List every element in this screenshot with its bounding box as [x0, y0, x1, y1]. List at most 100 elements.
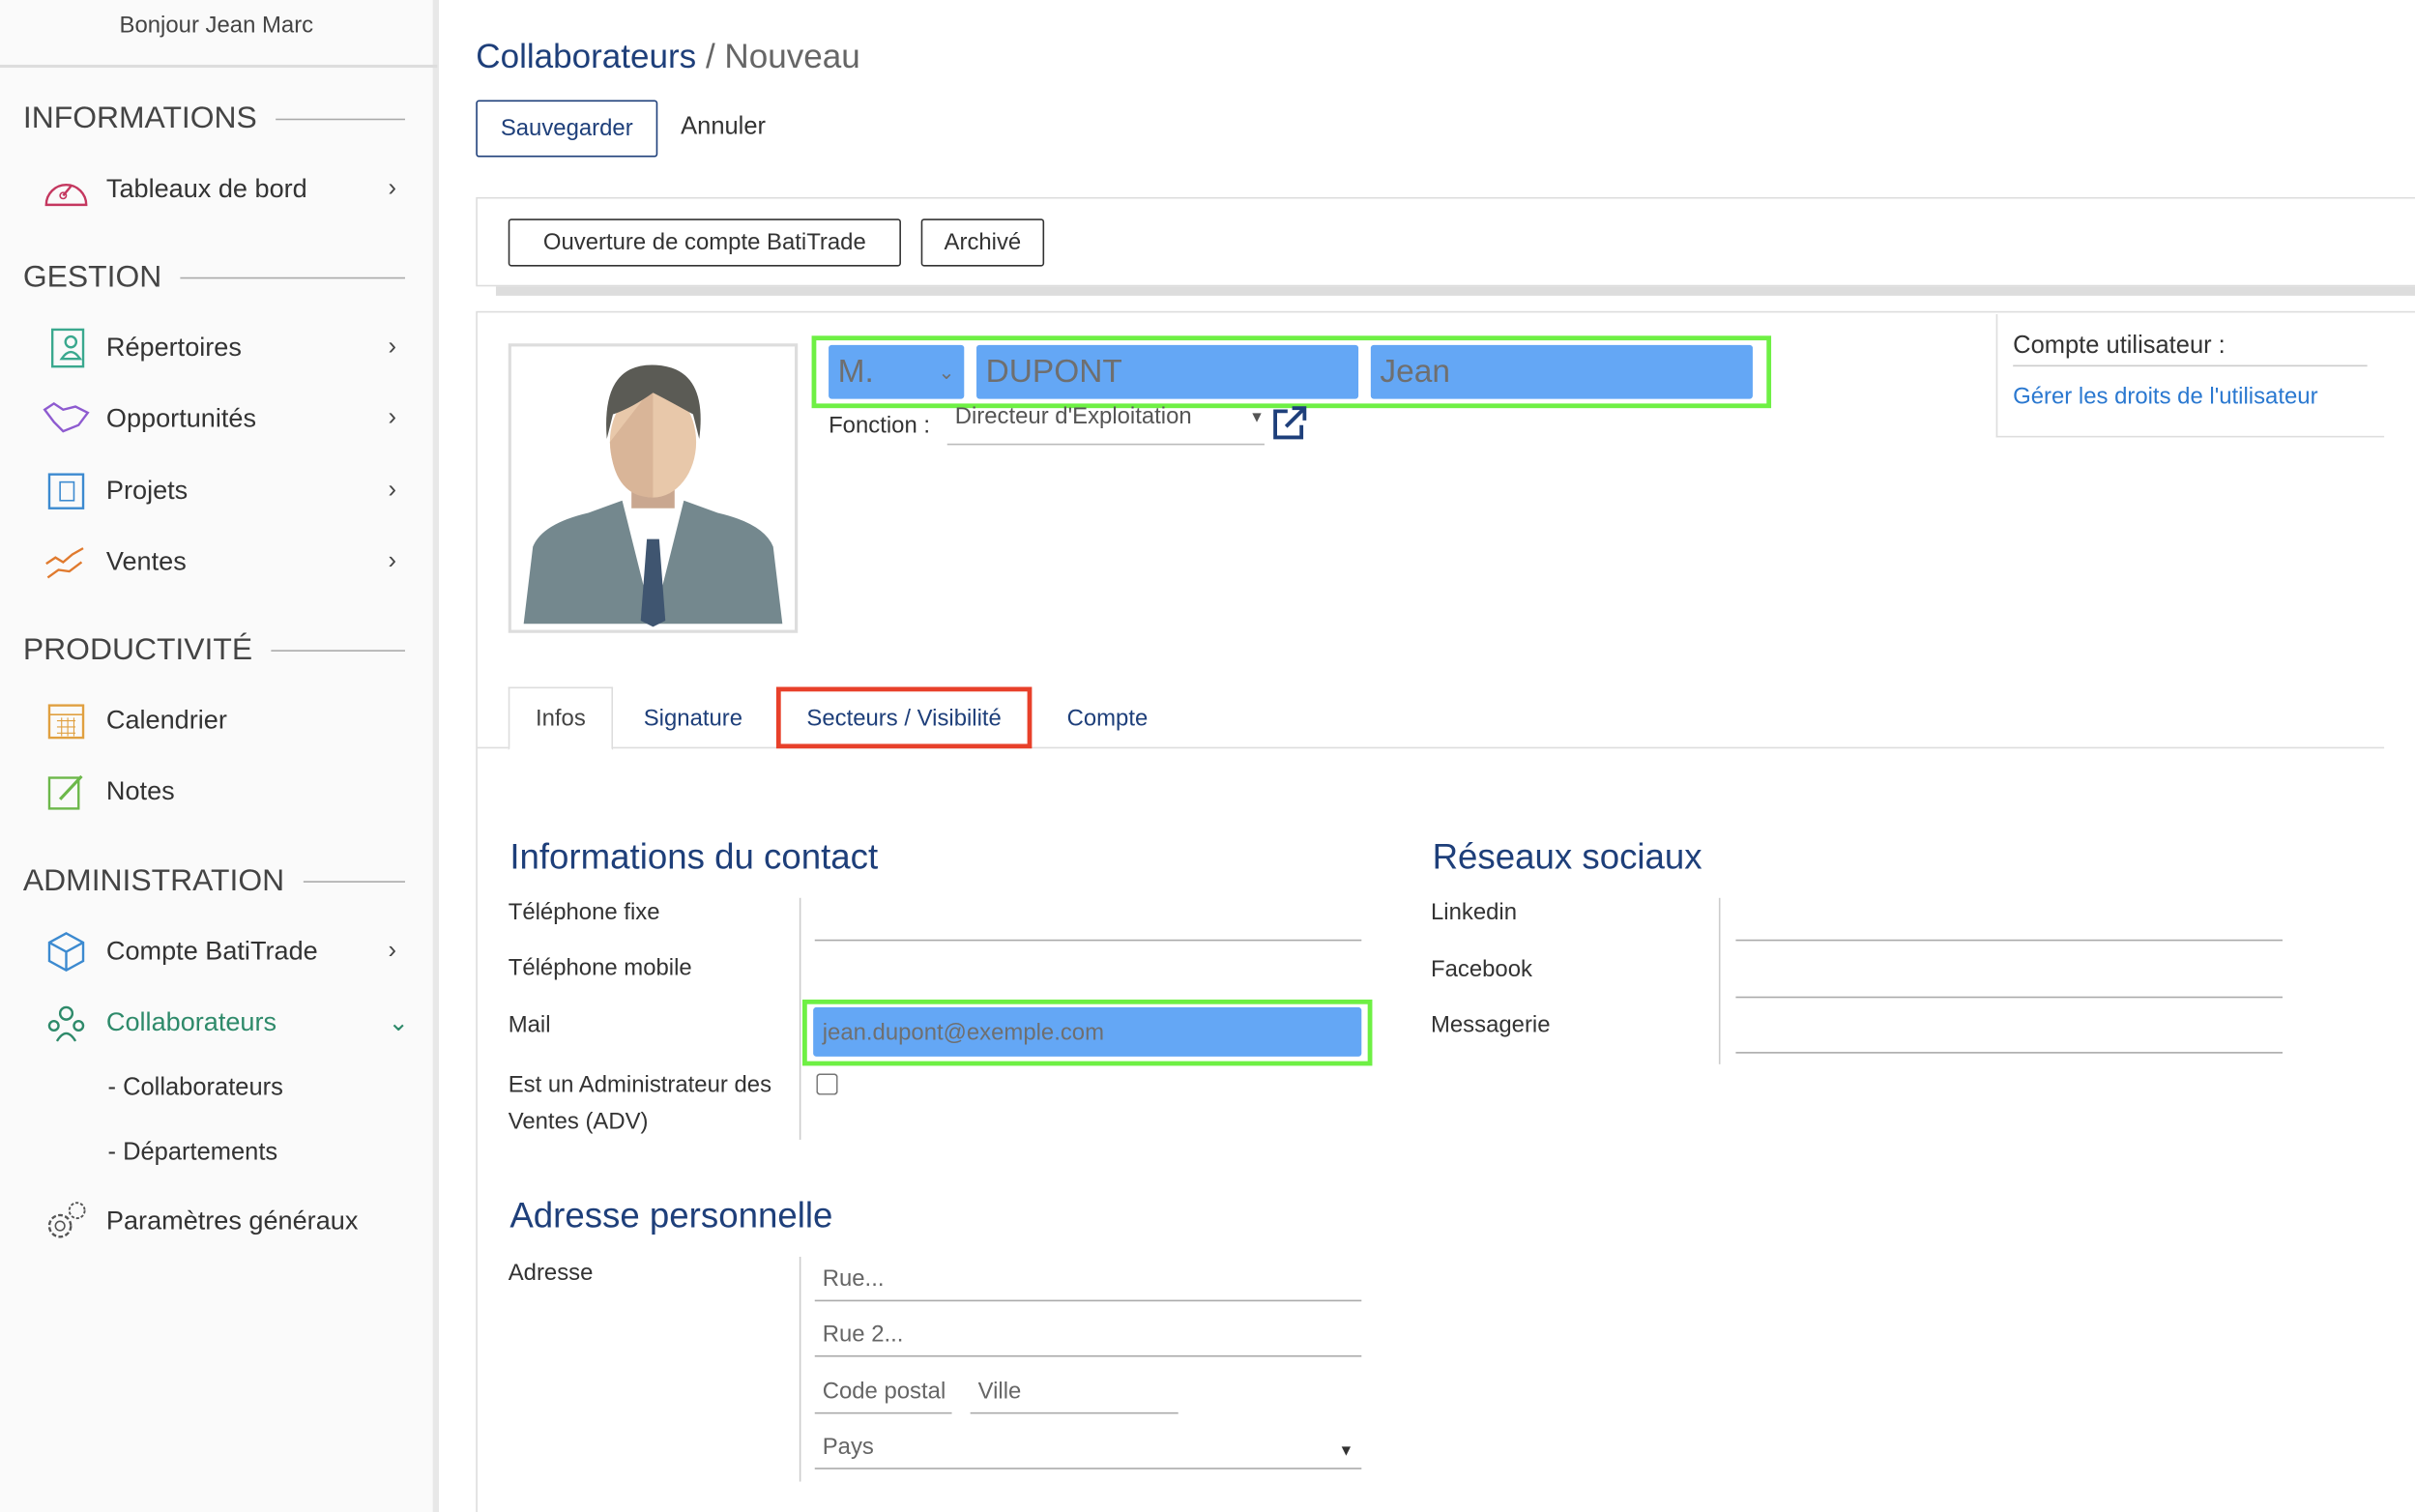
street2-input[interactable]: Rue 2... — [814, 1314, 1362, 1357]
address-section-title: Adresse personnelle — [509, 1195, 833, 1236]
sidebar-item-label: Paramètres généraux — [105, 1206, 359, 1236]
manage-rights-link[interactable]: Gérer les droits de l'utilisateur — [2013, 384, 2317, 410]
civility-value: M. — [837, 353, 874, 390]
sales-chart-icon — [40, 540, 92, 584]
external-link-icon[interactable] — [1270, 405, 1307, 450]
divider — [799, 1256, 801, 1482]
chevron-right-icon: › — [388, 175, 396, 202]
section-informations: INFORMATIONS — [23, 102, 405, 137]
chevron-right-icon: › — [388, 938, 396, 965]
caret-down-icon: ▼ — [1338, 1442, 1354, 1461]
messaging-label: Messagerie — [1430, 1011, 1551, 1038]
breadcrumb-separator: / — [696, 37, 725, 76]
sidebar-item-projets[interactable]: Projets › — [40, 465, 409, 517]
cancel-button[interactable]: Annuler — [681, 114, 766, 142]
chevron-right-icon: › — [388, 548, 396, 575]
handshake-icon — [40, 397, 92, 441]
civility-select[interactable]: M. ⌄ — [829, 344, 965, 399]
breadcrumb: Collaborateurs / Nouveau — [476, 37, 859, 76]
section-administration: ADMINISTRATION — [23, 864, 405, 900]
phone-input[interactable] — [814, 898, 1362, 942]
sidebar-item-collaborateurs[interactable]: Collaborateurs ⌄ — [40, 997, 409, 1049]
gears-icon — [40, 1200, 92, 1243]
blueprint-icon — [40, 470, 92, 513]
tab-secteurs-visibilite[interactable]: Secteurs / Visibilité — [775, 686, 1033, 749]
user-account-box: Compte utilisateur : Gérer les droits de… — [1995, 313, 2385, 438]
divider — [799, 897, 801, 1140]
greeting: Bonjour Jean Marc — [119, 12, 314, 39]
function-value: Directeur d'Exploitation — [954, 403, 1192, 430]
adv-checkbox[interactable] — [816, 1073, 838, 1095]
sidebar-subitem-collaborateurs[interactable]: - Collaborateurs — [108, 1075, 283, 1103]
contact-section-title: Informations du contact — [509, 836, 879, 877]
sidebar-item-label: Projets — [105, 476, 189, 506]
mobile-label: Téléphone mobile — [508, 954, 692, 981]
function-select[interactable]: Directeur d'Exploitation ▼ — [946, 403, 1265, 446]
sidebar-item-label: Calendrier — [105, 705, 227, 735]
breadcrumb-root[interactable]: Collaborateurs — [476, 37, 696, 75]
city-input[interactable]: Ville — [970, 1371, 1178, 1414]
sidebar-item-parametres-generaux[interactable]: Paramètres généraux — [40, 1195, 409, 1247]
tab-signature[interactable]: Signature — [623, 687, 765, 749]
archived-button[interactable]: Archivé — [920, 218, 1045, 267]
note-pencil-icon — [40, 771, 92, 814]
sidebar-item-repertoires[interactable]: Répertoires › — [40, 322, 409, 374]
facebook-input[interactable] — [1735, 955, 2283, 999]
facebook-label: Facebook — [1430, 956, 1532, 983]
sidebar: Bonjour Jean Marc INFORMATIONS Tableaux … — [0, 0, 440, 1512]
chevron-right-icon: › — [388, 404, 396, 432]
messaging-input[interactable] — [1735, 1010, 2283, 1054]
sidebar-subitem-departements[interactable]: - Départements — [108, 1140, 278, 1168]
caret-down-icon: ▼ — [1249, 409, 1265, 427]
chevron-down-icon: ⌄ — [938, 359, 955, 383]
mail-label: Mail — [508, 1011, 551, 1038]
sidebar-item-notes[interactable]: Notes — [40, 766, 409, 818]
chevron-down-icon: ⌄ — [388, 1010, 409, 1037]
phone-label: Téléphone fixe — [508, 899, 660, 926]
avatar[interactable] — [508, 343, 799, 633]
sidebar-item-label: Opportunités — [105, 403, 257, 433]
team-icon — [40, 1002, 92, 1045]
sidebar-item-label: Collaborateurs — [105, 1006, 277, 1037]
sidebar-item-label: Compte BatiTrade — [105, 936, 318, 966]
sidebar-item-label: Répertoires — [105, 333, 242, 363]
mail-input[interactable]: jean.dupont@exemple.com — [813, 1006, 1362, 1057]
dashboard-gauge-icon — [40, 168, 92, 212]
first-name-input[interactable]: Jean — [1370, 344, 1753, 399]
breadcrumb-current: Nouveau — [724, 37, 860, 76]
chevron-right-icon: › — [388, 477, 396, 504]
calendar-icon — [40, 699, 92, 742]
country-select[interactable]: Pays ▼ — [814, 1426, 1362, 1469]
user-account-title: Compte utilisateur : — [2013, 333, 2368, 367]
divider — [495, 286, 2415, 296]
address-label: Adresse — [508, 1260, 594, 1287]
chevron-right-icon: › — [388, 334, 396, 361]
function-label: Fonction : — [829, 412, 931, 440]
sidebar-item-tableaux-de-bord[interactable]: Tableaux de bord › — [40, 163, 409, 216]
contact-book-icon — [40, 327, 92, 370]
sidebar-item-label: Tableaux de bord — [105, 174, 307, 204]
divider — [1718, 897, 1721, 1064]
section-productivite: PRODUCTIVITÉ — [23, 633, 405, 669]
adv-label: Est un Administrateur des Ventes (ADV) — [508, 1071, 772, 1136]
street-input[interactable]: Rue... — [814, 1259, 1362, 1302]
open-account-button[interactable]: Ouverture de compte BatiTrade — [508, 218, 901, 267]
sidebar-item-compte-batitrade[interactable]: Compte BatiTrade › — [40, 925, 409, 977]
tab-compte[interactable]: Compte — [1047, 687, 1167, 749]
sidebar-item-ventes[interactable]: Ventes › — [40, 536, 409, 588]
sidebar-item-label: Ventes — [105, 546, 187, 576]
zip-input[interactable]: Code postal — [814, 1371, 952, 1414]
tab-infos[interactable]: Infos — [508, 686, 614, 750]
sidebar-item-opportunites[interactable]: Opportunités › — [40, 393, 409, 445]
linkedin-label: Linkedin — [1430, 899, 1518, 926]
sidebar-item-label: Notes — [105, 775, 175, 806]
linkedin-input[interactable] — [1735, 898, 2283, 942]
section-gestion: GESTION — [23, 260, 405, 296]
last-name-input[interactable]: DUPONT — [976, 344, 1359, 399]
social-section-title: Réseaux sociaux — [1432, 836, 1702, 877]
country-value: Pays — [822, 1434, 874, 1461]
save-button[interactable]: Sauvegarder — [476, 100, 658, 158]
cube-icon — [40, 930, 92, 974]
sidebar-item-calendrier[interactable]: Calendrier — [40, 694, 409, 746]
divider — [0, 64, 438, 69]
